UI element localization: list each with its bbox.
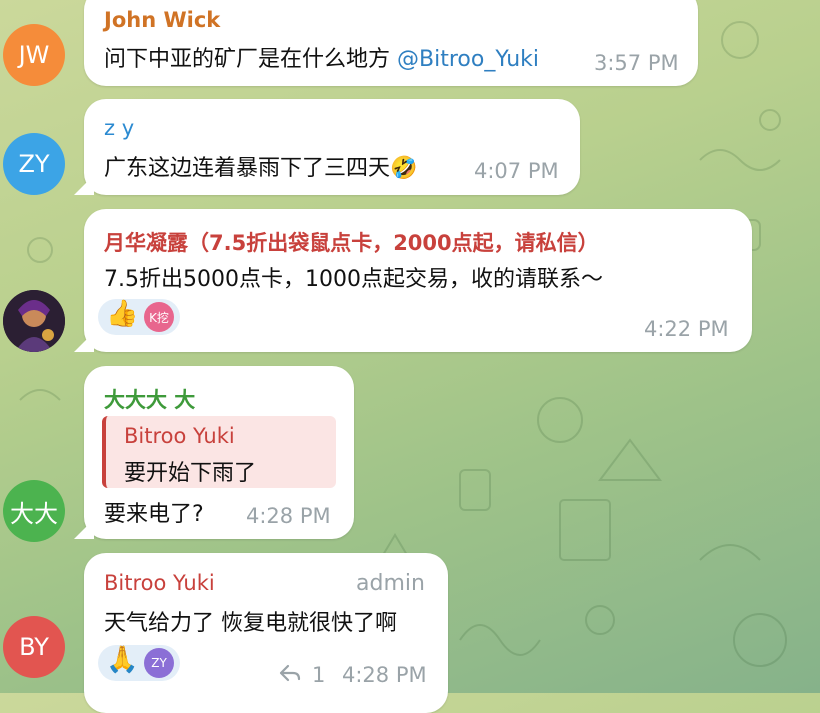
avatar-initials: ZY [18,150,50,178]
sender-name[interactable]: z y [104,116,134,140]
message-text: 问下中亚的矿厂是在什么地方 @Bitroo_Yuki [104,41,539,73]
avatar-initials: 大大 [10,499,58,528]
message-time: 4:07 PM [474,159,559,183]
message-time: 3:57 PM [594,51,679,75]
reaction-chip[interactable]: 👍 K挖 [98,299,180,335]
reply-sender: Bitroo Yuki [124,424,235,448]
avatar[interactable]: JW [3,24,65,86]
reply-count[interactable]: 1 [312,663,325,687]
avatar[interactable]: ZY [3,133,65,195]
message-text: 天气给力了 恢复电就很快了啊 [104,611,397,636]
message-time: 4:28 PM [342,663,427,687]
message-text-body: 问下中亚的矿厂是在什么地方 [104,47,397,72]
thumbs-up-icon: 👍 [106,299,139,329]
message-bubble[interactable]: 月华凝露（7.5折出袋鼠点卡，2000点起，请私信） 7.5折出5000点卡，1… [84,209,752,352]
reaction-chip[interactable]: 🙏 ZY [98,645,180,681]
avatar-initials: BY [19,633,49,661]
message-bubble[interactable]: z y 广东这边连着暴雨下了三四天🤣 4:07 PM [84,99,580,195]
reaction-user-avatar: K挖 [144,302,174,332]
avatar[interactable]: 大大 [3,480,65,542]
sender-name[interactable]: 月华凝露（7.5折出袋鼠点卡，2000点起，请私信） [104,227,599,257]
admin-badge: admin [356,571,425,596]
message-text: 7.5折出5000点卡，1000点起交易，收的请联系～ [104,267,603,292]
reply-quote[interactable]: Bitroo Yuki 要开始下雨了 [102,416,336,488]
reaction-user-avatar: ZY [144,648,174,678]
message-bubble[interactable]: John Wick 问下中亚的矿厂是在什么地方 @Bitroo_Yuki 3:5… [84,0,698,86]
avatar-initials: JW [18,41,50,69]
message-bubble[interactable]: Bitroo Yuki admin 天气给力了 恢复电就很快了啊 🙏 ZY 1 … [84,553,448,713]
message-text: 广东这边连着暴雨下了三四天🤣 [104,150,417,182]
folded-hands-icon: 🙏 [106,645,139,675]
sender-name[interactable]: Bitroo Yuki [104,571,215,595]
avatar[interactable]: BY [3,616,65,678]
message-time: 4:22 PM [644,317,729,341]
sender-name[interactable]: John Wick [104,8,220,32]
message-bubble[interactable]: 大大大 大 Bitroo Yuki 要开始下雨了 要来电了? 4:28 PM [84,366,354,539]
rofl-emoji-icon: 🤣 [390,156,418,181]
message-time: 4:28 PM [246,504,331,528]
mention-link[interactable]: @Bitroo_Yuki [397,47,539,72]
sender-name[interactable]: 大大大 大 [104,384,195,414]
avatar[interactable] [3,290,65,352]
message-text: 要来电了? [104,502,204,527]
message-text-body: 广东这边连着暴雨下了三四天 [104,156,391,181]
reply-arrow-icon[interactable] [278,663,302,683]
reply-text: 要开始下雨了 [124,461,257,486]
profile-photo-icon [3,290,65,352]
